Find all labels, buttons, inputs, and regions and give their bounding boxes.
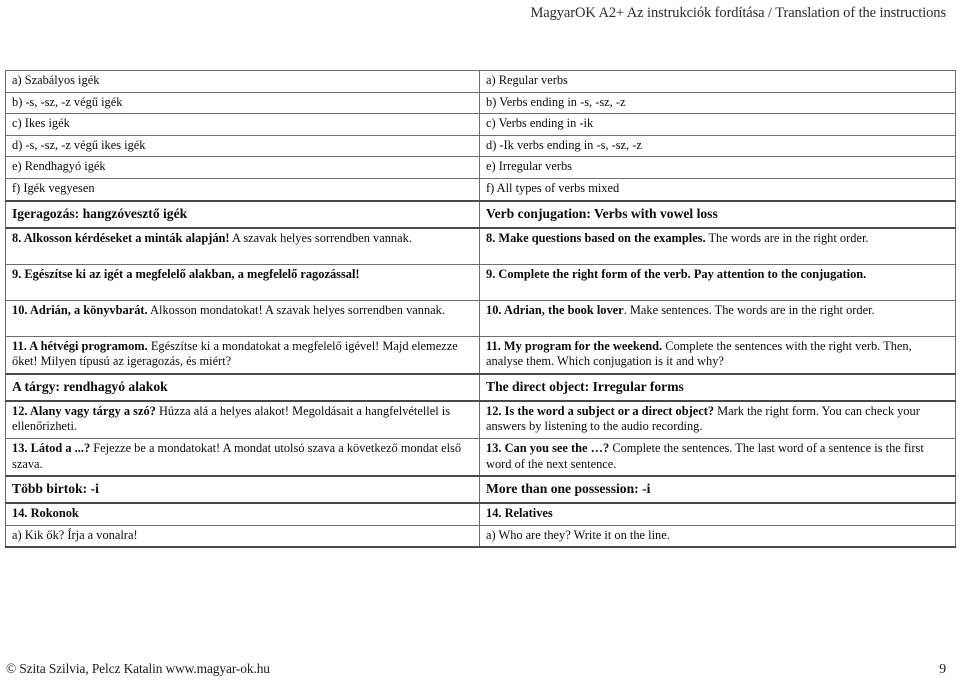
- cell-text: c) Ikes igék: [12, 116, 70, 131]
- cell-english: d) -Ik verbs ending in -s, -sz, -z: [479, 134, 956, 158]
- task-lead: 13. Can you see the …?: [486, 440, 610, 455]
- running-header: MagyarOK A2+ Az instrukciók fordítása / …: [530, 5, 947, 21]
- cell-english: e) Irregular verbs: [479, 156, 956, 179]
- cell-hungarian: 11. A hétvégi programom. Egészítse ki a …: [5, 335, 480, 375]
- cell-hungarian: 9. Egészítse ki az igét a megfelelő alak…: [5, 263, 480, 301]
- section-title-english: More than one possession: -i: [486, 481, 651, 497]
- cell-hungarian: Igeragozás: hangzóvesztő igék: [5, 199, 480, 229]
- task-lead: 8. Alkosson kérdéseket a minták alapján!: [12, 230, 230, 245]
- task-lead: 9. Egészítse ki az igét a megfelelő alak…: [12, 266, 360, 281]
- cell-english: 13. Can you see the …? Complete the sent…: [479, 437, 956, 477]
- cell-english: 8. Make questions based on the examples.…: [479, 227, 956, 265]
- task-lead: 10. Adrian, the book lover: [486, 302, 624, 317]
- cell-text: e) Rendhagyó igék: [12, 159, 106, 174]
- task-rest: Alkosson mondatokat! A szavak helyes sor…: [147, 302, 445, 317]
- cell-hungarian: a) Kik ők? Írja a vonalra!: [5, 524, 480, 549]
- document-page: MagyarOK A2+ Az instrukciók fordítása / …: [0, 0, 960, 688]
- task-lead: 12. Alany vagy tárgy a szó?: [12, 403, 156, 418]
- table-row: 12. Alany vagy tárgy a szó? Húzza alá a …: [5, 400, 956, 439]
- table-row: 9. Egészítse ki az igét a megfelelő alak…: [5, 263, 956, 301]
- task-rest: A szavak helyes sorrendben vannak.: [229, 230, 412, 245]
- cell-text: d) -s, -sz, -z végű ikes igék: [12, 137, 146, 152]
- section-title-hungarian: Igeragozás: hangzóvesztő igék: [12, 205, 188, 221]
- table-row: 11. A hétvégi programom. Egészítse ki a …: [5, 335, 956, 375]
- task-lead: 9. Complete the right form of the verb. …: [486, 266, 867, 281]
- cell-english: 9. Complete the right form of the verb. …: [479, 263, 956, 301]
- translation-table-body: a) Szabályos igék a) Regular verbs b) -s…: [5, 70, 956, 549]
- cell-hungarian: c) Ikes igék: [5, 113, 480, 136]
- cell-english: 12. Is the word a subject or a direct ob…: [479, 400, 956, 439]
- cell-text: a) Who are they? Write it on the line.: [486, 527, 670, 542]
- cell-text: a) Szabályos igék: [12, 73, 100, 87]
- table-row: 8. Alkosson kérdéseket a minták alapján!…: [5, 227, 956, 265]
- cell-hungarian: 14. Rokonok: [5, 502, 480, 526]
- cell-english: Verb conjugation: Verbs with vowel loss: [479, 199, 956, 229]
- cell-hungarian: 10. Adrián, a könyvbarát. Alkosson monda…: [5, 299, 480, 337]
- table-row: b) -s, -sz, -z végű igék b) Verbs ending…: [5, 91, 956, 115]
- table-row: d) -s, -sz, -z végű ikes igék d) -Ik ver…: [5, 134, 956, 158]
- cell-english: a) Regular verbs: [479, 70, 956, 93]
- cell-text: a) Kik ők? Írja a vonalra!: [12, 527, 138, 542]
- cell-text: f) All types of verbs mixed: [486, 180, 620, 195]
- task-lead: 12. Is the word a subject or a direct ob…: [486, 403, 715, 418]
- translation-table: a) Szabályos igék a) Regular verbs b) -s…: [5, 70, 956, 549]
- cell-english: 14. Relatives: [479, 502, 956, 526]
- cell-hungarian: 13. Látod a ...? Fejezze be a mondatokat…: [5, 437, 480, 477]
- task-lead: 13. Látod a ...?: [12, 440, 91, 455]
- cell-hungarian: f) Igék vegyesen: [5, 177, 480, 202]
- copyright-notice: © Szita Szilvia, Pelcz Katalin www.magya…: [6, 661, 270, 676]
- cell-text: c) Verbs ending in -ik: [486, 116, 594, 131]
- task-lead: 8. Make questions based on the examples.: [486, 230, 706, 245]
- page-number: 9: [939, 662, 946, 677]
- task-lead: 14. Relatives: [486, 506, 553, 521]
- cell-english: c) Verbs ending in -ik: [479, 113, 956, 136]
- cell-hungarian: b) -s, -sz, -z végű igék: [5, 91, 480, 115]
- table-row: c) Ikes igék c) Verbs ending in -ik: [5, 113, 956, 136]
- table-row: 10. Adrián, a könyvbarát. Alkosson monda…: [5, 299, 956, 337]
- cell-hungarian: A tárgy: rendhagyó alakok: [5, 372, 480, 402]
- cell-text: b) -s, -sz, -z végű igék: [12, 94, 123, 109]
- cell-text: f) Igék vegyesen: [12, 180, 95, 195]
- table-row: 14. Rokonok 14. Relatives: [5, 502, 956, 526]
- task-rest: The words are in the right order.: [705, 230, 869, 245]
- cell-hungarian: 8. Alkosson kérdéseket a minták alapján!…: [5, 227, 480, 265]
- cell-hungarian: e) Rendhagyó igék: [5, 156, 480, 179]
- table-row: f) Igék vegyesen f) All types of verbs m…: [5, 177, 956, 202]
- cell-english: The direct object: Irregular forms: [479, 372, 956, 402]
- cell-hungarian: Több birtok: -i: [5, 475, 480, 505]
- table-row: a) Kik ők? Írja a vonalra! a) Who are th…: [5, 524, 956, 549]
- cell-hungarian: d) -s, -sz, -z végű ikes igék: [5, 134, 480, 158]
- task-lead: 11. A hétvégi programom.: [12, 338, 148, 353]
- cell-hungarian: 12. Alany vagy tárgy a szó? Húzza alá a …: [5, 400, 480, 439]
- cell-hungarian: a) Szabályos igék: [5, 70, 480, 93]
- cell-english: a) Who are they? Write it on the line.: [479, 524, 956, 549]
- cell-text: b) Verbs ending in -s, -sz, -z: [486, 94, 626, 109]
- cell-english: More than one possession: -i: [479, 475, 956, 505]
- task-lead: 10. Adrián, a könyvbarát.: [12, 302, 148, 317]
- cell-text: d) -Ik verbs ending in -s, -sz, -z: [486, 137, 642, 152]
- task-lead: 11. My program for the weekend.: [486, 338, 663, 353]
- task-rest: . Make sentences. The words are in the r…: [623, 302, 875, 317]
- cell-english: 11. My program for the weekend. Complete…: [479, 335, 956, 375]
- cell-english: b) Verbs ending in -s, -sz, -z: [479, 91, 956, 115]
- cell-english: 10. Adrian, the book lover. Make sentenc…: [479, 299, 956, 337]
- cell-text: a) Regular verbs: [486, 73, 568, 87]
- section-heading-row: Több birtok: -i More than one possession…: [5, 475, 956, 505]
- task-lead: 14. Rokonok: [12, 506, 79, 521]
- section-heading-row: Igeragozás: hangzóvesztő igék Verb conju…: [5, 199, 956, 229]
- section-heading-row: A tárgy: rendhagyó alakok The direct obj…: [5, 372, 956, 402]
- cell-english: f) All types of verbs mixed: [479, 177, 956, 202]
- table-row: a) Szabályos igék a) Regular verbs: [5, 70, 956, 93]
- section-title-hungarian: A tárgy: rendhagyó alakok: [12, 378, 168, 394]
- section-title-english: Verb conjugation: Verbs with vowel loss: [486, 205, 718, 221]
- cell-text: e) Irregular verbs: [486, 159, 572, 174]
- table-row: e) Rendhagyó igék e) Irregular verbs: [5, 156, 956, 179]
- document-footer: © Szita Szilvia, Pelcz Katalin www.magya…: [6, 660, 946, 679]
- table-row: 13. Látod a ...? Fejezze be a mondatokat…: [5, 437, 956, 477]
- section-title-hungarian: Több birtok: -i: [12, 481, 99, 497]
- section-title-english: The direct object: Irregular forms: [486, 378, 684, 394]
